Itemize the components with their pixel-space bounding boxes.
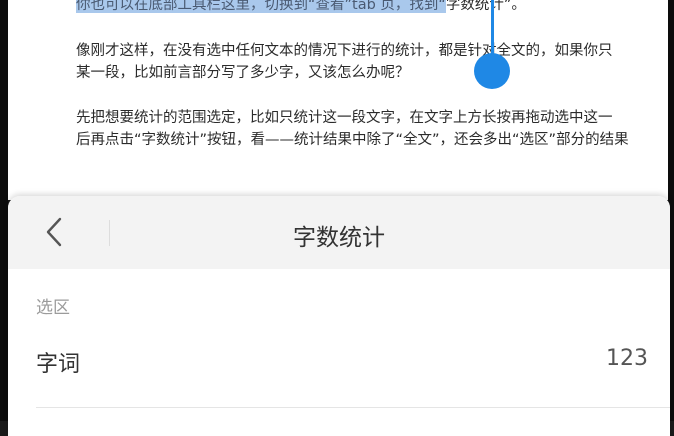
selection-handle[interactable] — [474, 53, 510, 89]
paragraph-1[interactable]: 你也可以在底部工具栏这里，切换到“查看”tab 页，找到“字数统计”。 — [76, 0, 668, 16]
paragraph-3[interactable]: 先把想要统计的范围选定，比如只统计这一段文字，在文字上方长按再拖动选中这一 后再点… — [76, 107, 668, 151]
sheet-title: 字数统计 — [293, 225, 385, 251]
section-label-selection: 选区 — [36, 298, 70, 318]
paragraph-1-rest: 字数统计”。 — [445, 0, 526, 13]
selected-text[interactable]: 你也可以在底部工具栏这里，切换到“查看”tab 页，找到“ — [76, 0, 446, 13]
stat-row-words: 字词 123 — [8, 340, 670, 404]
document-view[interactable]: 你也可以在底部工具栏这里，切换到“查看”tab 页，找到“字数统计”。 像刚才这… — [8, 0, 668, 200]
paragraph-3-line-1: 先把想要统计的范围选定，比如只统计这一段文字，在文字上方长按再拖动选中这一 — [76, 110, 613, 126]
stat-value: 123 — [606, 346, 648, 371]
word-count-sheet: 字数统计 选区 字词 123 — [8, 196, 670, 436]
paragraph-2-line-1: 像刚才这样，在没有选中任何文本的情况下进行的统计，都是针对全文的，如果你只 — [76, 43, 613, 59]
screen-left-edge — [0, 0, 8, 421]
paragraph-2[interactable]: 像刚才这样，在没有选中任何文本的情况下进行的统计，都是针对全文的，如果你只 某一段… — [76, 40, 668, 84]
row-divider — [36, 407, 670, 408]
paragraph-3-line-2: 后再点击“字数统计”按钮，看——统计结果中除了“全文”，还会多出“选区”部分的结… — [76, 132, 629, 148]
selection-cursor-line — [491, 0, 494, 60]
paragraph-2-line-2: 某一段，比如前言部分写了多少字，又该怎么办呢？ — [76, 65, 410, 81]
stat-label: 字词 — [36, 352, 81, 377]
sheet-header: 字数统计 — [8, 196, 670, 269]
